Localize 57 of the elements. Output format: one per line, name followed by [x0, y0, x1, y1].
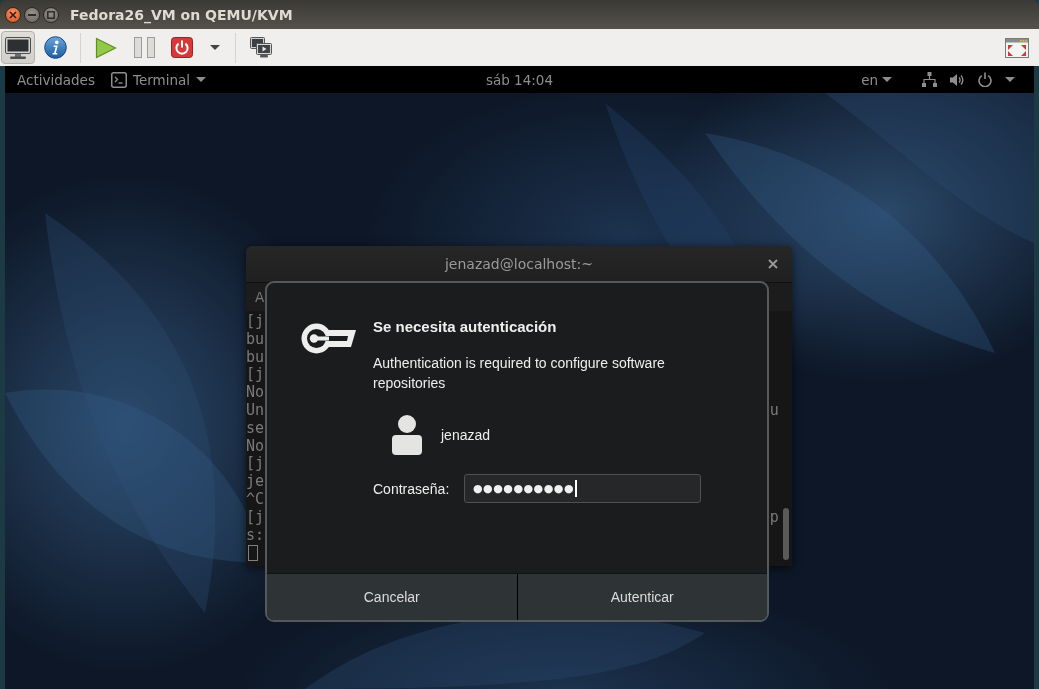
close-icon[interactable] — [768, 259, 778, 269]
dialog-message: Authentication is required to configure software repositories — [373, 354, 666, 393]
password-field[interactable]: ●●●●●●●●●● — [464, 474, 701, 503]
terminal-text: No — [246, 437, 265, 456]
terminal-title: jenazad@localhost:~ — [444, 256, 594, 272]
monitors-icon — [250, 37, 272, 58]
terminal-icon — [110, 71, 127, 88]
clock[interactable]: sáb 14:04 — [485, 71, 554, 88]
window-title: Fedora26_VM on QEMU/KVM — [70, 6, 293, 23]
terminal-text: Un — [246, 402, 265, 420]
scrollbar-thumb[interactable] — [783, 508, 789, 560]
terminal-text: se — [246, 419, 265, 438]
dialog-button[interactable]: Autenticar — [517, 574, 767, 620]
terminal-text: p — [769, 508, 779, 527]
terminal-text: [j — [246, 313, 265, 331]
close-button[interactable] — [5, 6, 21, 23]
terminal-cursor — [248, 545, 258, 562]
pause-icon — [133, 37, 155, 58]
key-icon — [301, 323, 356, 354]
terminal-text: je — [246, 473, 265, 491]
console-view-button[interactable] — [1, 31, 35, 64]
info-icon — [43, 36, 67, 59]
volume-icon — [950, 72, 965, 87]
input-source-menu[interactable]: en — [861, 71, 892, 88]
user-avatar-icon — [392, 415, 422, 455]
monitor-icon — [5, 36, 31, 59]
terminal-text: [j — [246, 366, 265, 385]
terminal-text: [j — [246, 508, 265, 527]
caret-icon — [210, 45, 220, 50]
activities-button[interactable]: Actividades — [17, 71, 95, 88]
caret-icon — [882, 77, 892, 82]
system-menu[interactable] — [922, 72, 1015, 87]
terminal-text: u — [769, 402, 779, 420]
caret-icon — [196, 77, 207, 82]
terminal-text: No — [246, 384, 265, 402]
network-icon — [922, 72, 937, 87]
app-menu[interactable]: Terminal — [110, 71, 207, 88]
user-name: jenazad — [441, 427, 491, 443]
dialog-button[interactable]: Cancelar — [267, 574, 518, 620]
power-icon — [171, 37, 193, 58]
minimize-icon — [28, 13, 36, 16]
fullscreen-icon — [1005, 37, 1029, 58]
maximize-icon — [47, 10, 55, 19]
menu-item[interactable]: A — [255, 289, 265, 305]
minimize-button[interactable] — [24, 6, 40, 23]
terminal-text: bu — [246, 348, 265, 367]
password-label: Contraseña: — [373, 480, 451, 497]
play-icon — [95, 36, 117, 59]
terminal-text: [j — [246, 455, 265, 474]
caret-icon — [1005, 77, 1015, 82]
close-icon — [9, 10, 17, 19]
terminal-text: ^C — [246, 490, 265, 509]
maximize-button[interactable] — [43, 6, 59, 23]
power-icon — [978, 72, 992, 87]
dialog-title: Se necesita autenticación — [373, 317, 558, 337]
terminal-text: s: — [246, 526, 265, 545]
terminal-text: bu — [246, 330, 265, 349]
